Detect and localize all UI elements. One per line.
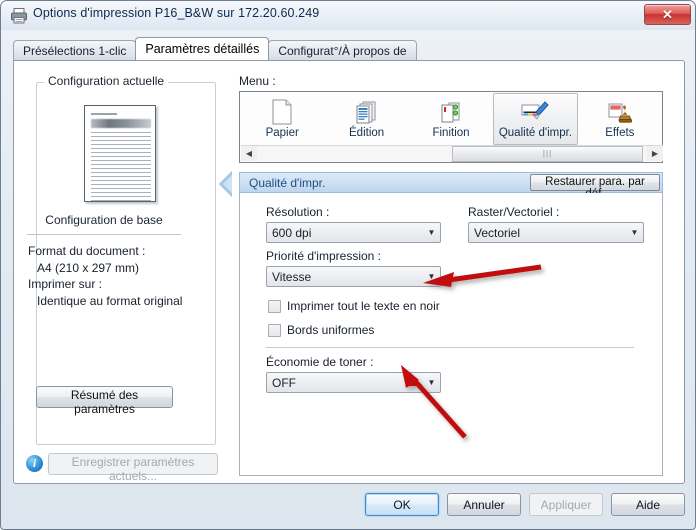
help-button[interactable]: Aide: [611, 493, 685, 516]
preview-text-lines: [91, 132, 151, 204]
menu-label: Menu :: [239, 74, 276, 88]
toolbar-item-label: Effets: [605, 127, 635, 139]
pages-stack-icon: [354, 97, 380, 127]
info-icon: i: [26, 455, 43, 472]
settings-panel: Menu : Papier Édition Finition Qualité d…: [236, 61, 686, 483]
section-header: Qualité d'impr. Restaurer para. par déf.: [239, 172, 663, 200]
toolbar-item-effets[interactable]: Effets: [578, 93, 662, 145]
groupbox-legend: Configuration actuelle: [44, 74, 169, 88]
checkbox-print-all-text-black[interactable]: Imprimer tout le texte en noir: [268, 299, 440, 313]
print-priority-value: Vitesse: [272, 269, 312, 284]
stamp-icon: [606, 97, 634, 127]
ok-button[interactable]: OK: [365, 493, 439, 516]
chevron-down-icon: ▼: [427, 272, 436, 281]
cancel-button[interactable]: Annuler: [447, 493, 521, 516]
chevron-down-icon: ▼: [427, 228, 436, 237]
raster-vector-value: Vectoriel: [474, 225, 521, 240]
checkbox-label: Imprimer tout le texte en noir: [287, 299, 440, 313]
toner-save-value: OFF: [272, 375, 296, 390]
toolbar-item-finition[interactable]: Finition: [409, 93, 493, 145]
toolbar-item-label: Finition: [432, 127, 470, 139]
title-bar: Options d'impression P16_B&W sur 172.20.…: [1, 1, 695, 30]
raster-vector-dropdown[interactable]: Vectoriel ▼: [468, 222, 644, 243]
finishing-pages-icon: [438, 97, 464, 127]
toner-save-label: Économie de toner :: [266, 355, 374, 369]
apply-button[interactable]: Appliquer: [529, 493, 603, 516]
toolbar-item-edition[interactable]: Édition: [324, 93, 408, 145]
tab-label: Présélections 1-clic: [23, 43, 127, 58]
resolution-value: 600 dpi: [272, 225, 312, 240]
settings-summary-button[interactable]: Résumé des paramètres: [36, 386, 173, 416]
toner-save-dropdown[interactable]: OFF ▼: [266, 372, 441, 393]
chevron-down-icon: ▼: [630, 228, 639, 237]
menu-toolbar: Papier Édition Finition Qualité d'impr. …: [239, 91, 663, 163]
dialog-footer: OK Annuler Appliquer Aide: [1, 488, 695, 529]
tab-config-about[interactable]: Configurat°/À propos de: [268, 40, 417, 60]
document-format-value: A4 (210 x 297 mm): [37, 260, 140, 275]
preview-header-rule: [91, 113, 117, 115]
scroll-right-arrow-icon[interactable]: ▶: [647, 146, 663, 162]
toolbar-items: Papier Édition Finition Qualité d'impr. …: [240, 92, 662, 146]
tab-presets-1click[interactable]: Présélections 1-clic: [13, 40, 137, 60]
scrollbar-track[interactable]: |||: [257, 145, 647, 162]
toolbar-horizontal-scrollbar[interactable]: ◀ ||| ▶: [241, 145, 663, 162]
close-icon: ✕: [662, 6, 673, 22]
dialog-client-area: Configuration actuelle Configuration de …: [13, 60, 685, 484]
scrollbar-grip-icon: |||: [542, 149, 553, 158]
restore-defaults-button[interactable]: Restaurer para. par déf.: [530, 174, 660, 200]
tab-detailed-settings[interactable]: Paramètres détaillés: [135, 37, 270, 60]
paintbrush-icon: [520, 97, 550, 127]
divider: [266, 347, 634, 348]
document-format-label: Format du document :: [28, 244, 146, 258]
checkbox-box[interactable]: [268, 299, 281, 313]
window-title: Options d'impression P16_B&W sur 172.20.…: [33, 6, 320, 20]
checkbox-label: Bords uniformes: [287, 323, 375, 337]
scrollbar-thumb[interactable]: |||: [452, 145, 644, 162]
print-on-value: Identique au format original: [37, 293, 183, 308]
toolbar-item-label: Qualité d'impr.: [498, 127, 572, 139]
save-current-settings-button[interactable]: Enregistrer paramètres actuels...: [48, 453, 218, 483]
toolbar-item-papier[interactable]: Papier: [240, 93, 324, 145]
print-options-dialog: Options d'impression P16_B&W sur 172.20.…: [0, 0, 696, 530]
resolution-dropdown[interactable]: 600 dpi ▼: [266, 222, 441, 243]
section-title: Qualité d'impr.: [249, 175, 326, 190]
section-body: Résolution : 600 dpi ▼ Raster/Vectoriel …: [239, 193, 663, 476]
resolution-label: Résolution :: [266, 205, 330, 219]
document-preview-thumbnail: [84, 105, 156, 202]
base-configuration-label: Configuration de base: [45, 213, 163, 227]
collapse-panel-handle-inner: [223, 175, 232, 193]
close-button[interactable]: ✕: [644, 4, 691, 25]
tab-strip: Présélections 1-clic Paramètres détaillé…: [13, 37, 417, 60]
current-configuration-panel: Configuration actuelle Configuration de …: [14, 61, 226, 483]
configuration-details: Format du document : A4 (210 x 297 mm) I…: [28, 243, 192, 309]
checkbox-box[interactable]: [268, 323, 281, 337]
print-priority-dropdown[interactable]: Vitesse ▼: [266, 266, 441, 287]
toolbar-item-print-quality[interactable]: Qualité d'impr.: [493, 93, 578, 145]
blank-page-icon: [271, 97, 293, 127]
preview-blurred-title: [91, 119, 151, 128]
tab-label: Configurat°/À propos de: [278, 43, 407, 58]
print-priority-label: Priorité d'impression :: [266, 249, 381, 263]
tab-label: Paramètres détaillés: [145, 42, 260, 56]
raster-vector-label: Raster/Vectoriel :: [468, 205, 560, 219]
chevron-down-icon: ▼: [427, 378, 436, 387]
printer-icon: [10, 7, 28, 24]
scroll-left-arrow-icon[interactable]: ◀: [241, 146, 257, 162]
toolbar-item-label: Édition: [349, 127, 385, 139]
checkbox-uniform-edges[interactable]: Bords uniformes: [268, 323, 374, 337]
toolbar-item-label: Papier: [265, 127, 299, 139]
divider: [27, 234, 181, 235]
print-on-label: Imprimer sur :: [28, 277, 103, 291]
